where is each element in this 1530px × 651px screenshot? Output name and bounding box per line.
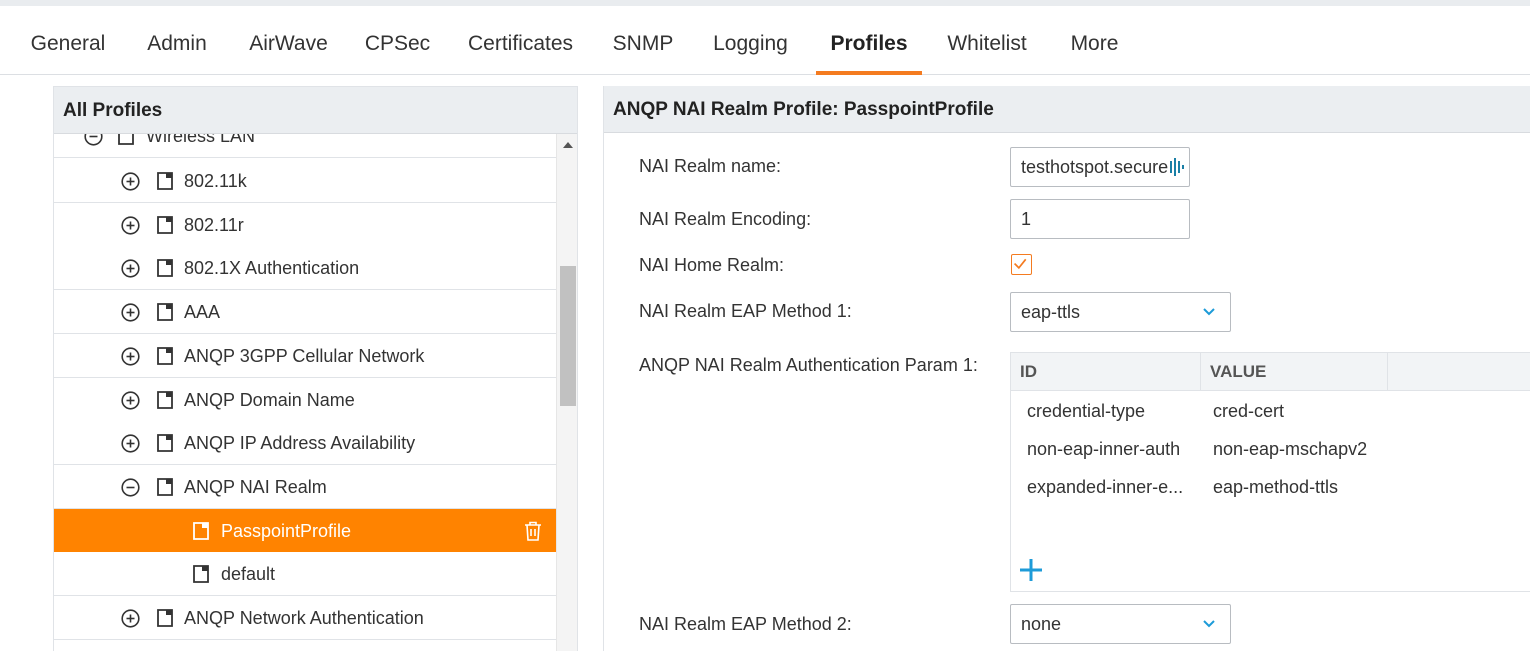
minus-circle-icon[interactable] xyxy=(84,134,103,146)
tree-item-label: ANQP NAI Realm xyxy=(184,476,327,497)
plus-circle-icon[interactable] xyxy=(121,434,140,453)
home-realm-label: NAI Home Realm: xyxy=(639,255,785,275)
tab-snmp[interactable]: SNMP xyxy=(603,6,683,74)
profile-doc-icon xyxy=(157,477,173,496)
tab-certificates[interactable]: Certificates xyxy=(456,6,585,74)
tab-more[interactable]: More xyxy=(1058,6,1131,74)
tree-item-label: ANQP Domain Name xyxy=(184,389,355,410)
auth-param-label: ANQP NAI Realm Authentication Param 1: xyxy=(639,355,978,375)
param-value-cell[interactable]: non-eap-mschapv2 xyxy=(1213,439,1413,460)
profile-doc-icon xyxy=(118,134,134,145)
tree-item-label: 802.11k xyxy=(184,171,247,191)
realm-encoding-label: NAI Realm Encoding: xyxy=(639,209,812,229)
realm-encoding-input[interactable]: 1 xyxy=(1010,199,1190,239)
auth-param-table: ID VALUE credential-type cred-cert non-eap… xyxy=(1010,352,1530,592)
tree-item-label: PasspointProfile xyxy=(221,520,352,541)
eap-method-2-select[interactable]: none xyxy=(1010,604,1231,644)
plus-circle-icon[interactable] xyxy=(121,609,140,628)
plus-circle-icon[interactable] xyxy=(121,172,140,191)
realm-name-input[interactable]: testhotspot.secure xyxy=(1010,147,1190,187)
column-header-id[interactable]: ID xyxy=(1011,353,1201,391)
profile-doc-icon xyxy=(157,172,173,190)
chevron-down-icon xyxy=(1203,620,1215,628)
profile-doc-icon xyxy=(157,390,173,409)
profile-doc-icon xyxy=(193,521,209,540)
add-param-button[interactable] xyxy=(1018,557,1044,583)
tree-scrollbar[interactable] xyxy=(556,134,577,651)
tree-item-802-11r[interactable]: 802.11r xyxy=(54,202,556,247)
tree-item-anqp-domain-name[interactable]: ANQP Domain Name xyxy=(54,377,556,422)
tree-item-802-1x-authentication[interactable]: 802.1X Authentication xyxy=(54,246,556,291)
tab-admin[interactable]: Admin xyxy=(135,6,219,74)
param-id-cell[interactable]: credential-type xyxy=(1027,401,1203,422)
tab-general[interactable]: General xyxy=(20,6,116,74)
tree-item-label: ANQP IP Address Availability xyxy=(184,433,416,454)
tree-item-anqp-nai-realm[interactable]: ANQP NAI Realm xyxy=(54,464,556,509)
profile-doc-icon xyxy=(157,609,173,627)
profile-doc-icon xyxy=(193,565,209,584)
all-profiles-panel: All Profiles Wireless LAN 802.11k 802.11r 8… xyxy=(53,86,578,651)
plus-circle-icon[interactable] xyxy=(121,347,140,366)
column-header-value[interactable]: VALUE xyxy=(1201,353,1388,391)
all-profiles-title: All Profiles xyxy=(54,87,577,134)
home-realm-checkbox[interactable] xyxy=(1011,254,1032,275)
tab-bar: General Admin AirWave CPSec Certificates… xyxy=(0,6,1530,75)
eap-method-1-value: eap-ttls xyxy=(1021,302,1081,322)
tree-item-aaa[interactable]: AAA xyxy=(54,290,556,335)
text-cursor-icon xyxy=(1170,158,1184,176)
tree-item-label: ANQP 3GPP Cellular Network xyxy=(184,345,425,366)
tab-whitelist[interactable]: Whitelist xyxy=(935,6,1039,74)
tree-item-label: Wireless LAN xyxy=(146,134,256,146)
checkmark-icon xyxy=(1013,258,1027,270)
realm-name-label: NAI Realm name: xyxy=(639,156,782,176)
plus-circle-icon[interactable] xyxy=(121,390,140,410)
tab-cpsec[interactable]: CPSec xyxy=(357,6,438,74)
tree-item-label: AAA xyxy=(184,302,221,323)
trash-icon[interactable] xyxy=(524,521,542,541)
param-id-cell[interactable]: non-eap-inner-auth xyxy=(1027,439,1203,460)
eap-method-1-select[interactable]: eap-ttls xyxy=(1010,292,1231,332)
tab-airwave[interactable]: AirWave xyxy=(238,6,339,74)
param-value-cell[interactable]: cred-cert xyxy=(1213,401,1413,422)
tree-item-default[interactable]: default xyxy=(54,552,556,597)
tree-item-label: ANQP Network Authentication xyxy=(184,608,424,628)
eap-method-2-value: none xyxy=(1021,614,1062,634)
auth-param-table-header: ID VALUE xyxy=(1011,353,1530,391)
tree-item-label: 802.11r xyxy=(184,214,244,235)
profile-doc-icon xyxy=(157,215,173,234)
tab-profiles[interactable]: Profiles xyxy=(816,6,922,75)
tree-item-passpointprofile[interactable]: PasspointProfile xyxy=(54,508,556,553)
profile-tree: Wireless LAN 802.11k 802.11r 802.1X Authent… xyxy=(54,134,556,651)
profile-doc-icon xyxy=(157,434,173,453)
scroll-up-arrow-icon[interactable] xyxy=(563,142,573,148)
profile-detail-panel: ANQP NAI Realm Profile: PasspointProfile… xyxy=(603,86,1530,651)
eap-method-1-label: NAI Realm EAP Method 1: xyxy=(639,301,852,321)
plus-circle-icon[interactable] xyxy=(121,259,140,278)
plus-circle-icon[interactable] xyxy=(121,216,140,235)
tree-item-wireless-lan[interactable]: Wireless LAN xyxy=(54,134,556,158)
tree-item-802-11k[interactable]: 802.11k xyxy=(54,159,556,203)
chevron-down-icon xyxy=(1203,308,1215,316)
plus-circle-icon[interactable] xyxy=(121,303,140,322)
tree-item-label: 802.1X Authentication xyxy=(184,258,360,279)
param-id-cell[interactable]: expanded-inner-e... xyxy=(1027,477,1203,498)
tree-item-anqp-3gpp-cellular-network[interactable]: ANQP 3GPP Cellular Network xyxy=(54,333,556,378)
tree-item-anqp-ip-address-availability[interactable]: ANQP IP Address Availability xyxy=(54,421,556,466)
profile-doc-icon xyxy=(157,303,173,321)
profile-detail-title: ANQP NAI Realm Profile: PasspointProfile xyxy=(604,86,1530,133)
param-value-cell[interactable]: eap-method-ttls xyxy=(1213,477,1413,498)
tree-item-label: default xyxy=(221,564,276,585)
profile-doc-icon xyxy=(157,346,173,365)
tree-item-anqp-network-authentication[interactable]: ANQP Network Authentication xyxy=(54,596,556,640)
minus-circle-icon[interactable] xyxy=(121,478,140,497)
eap-method-2-label: NAI Realm EAP Method 2: xyxy=(639,614,852,634)
profile-doc-icon xyxy=(157,259,173,278)
tab-logging[interactable]: Logging xyxy=(702,6,799,74)
scroll-thumb[interactable] xyxy=(560,266,576,406)
